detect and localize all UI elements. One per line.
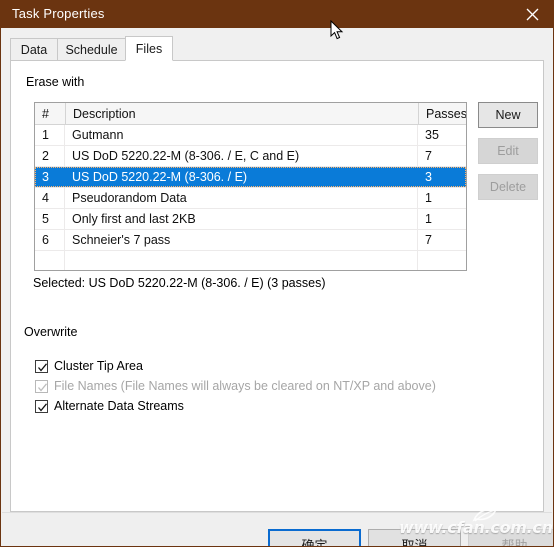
cancel-button-label: 取消 <box>401 538 428 547</box>
table-row[interactable]: 4 Pseudorandom Data 1 <box>35 188 466 209</box>
dialog-client-area: Data Schedule Files Erase with # Descrip… <box>1 28 553 546</box>
row-description: US DoD 5220.22-M (8-306. / E) <box>72 170 248 184</box>
checkmark-icon <box>35 399 48 413</box>
tab-data[interactable]: Data <box>10 38 58 60</box>
checkbox-file-names[interactable]: File Names (File Names will always be cl… <box>35 377 436 395</box>
checkbox-file-names-label: File Names (File Names will always be cl… <box>54 379 436 393</box>
checkmark-icon <box>35 359 48 373</box>
row-description: Gutmann <box>72 128 124 142</box>
ok-button-label: 确定 <box>301 538 328 547</box>
delete-button[interactable]: Delete <box>478 174 538 200</box>
tab-files-label: Files <box>135 41 163 56</box>
title-bar[interactable]: Task Properties <box>1 0 553 28</box>
column-header-description[interactable]: Description <box>65 103 418 124</box>
row-number: 6 <box>42 233 49 247</box>
checkbox-cluster-tip-area-label: Cluster Tip Area <box>54 359 143 373</box>
row-description: Schneier's 7 pass <box>72 233 171 247</box>
new-button-label: New <box>495 108 521 122</box>
tab-schedule[interactable]: Schedule <box>57 38 126 60</box>
checkbox-alternate-data-streams-label: Alternate Data Streams <box>54 399 184 413</box>
row-number: 3 <box>42 170 49 184</box>
edit-button-label: Edit <box>497 144 519 158</box>
row-passes: 1 <box>425 212 432 226</box>
overwrite-label: Overwrite <box>24 325 78 339</box>
row-passes: 3 <box>425 170 432 184</box>
list-header-row: # Description Passes <box>35 103 466 125</box>
row-passes <box>418 251 466 270</box>
table-row[interactable]: 6 Schneier's 7 pass 7 <box>35 230 466 251</box>
row-passes: 7 <box>425 149 432 163</box>
tab-schedule-label: Schedule <box>65 42 118 57</box>
row-description: US DoD 5220.22-M (8-306. / E, C and E) <box>72 149 300 163</box>
table-row[interactable]: 5 Only first and last 2KB 1 <box>35 209 466 230</box>
column-header-passes[interactable]: Passes <box>418 103 466 124</box>
close-icon[interactable] <box>509 0 553 28</box>
ok-button[interactable]: 确定 <box>268 529 361 547</box>
erase-with-label: Erase with <box>26 75 85 89</box>
delete-button-label: Delete <box>489 180 527 194</box>
edit-button[interactable]: Edit <box>478 138 538 164</box>
row-description: Only first and last 2KB <box>72 212 196 226</box>
row-number: 5 <box>42 212 49 226</box>
row-description: Pseudorandom Data <box>72 191 187 205</box>
row-passes: 7 <box>425 233 432 247</box>
tab-files[interactable]: Files <box>125 36 173 61</box>
row-passes: 1 <box>425 191 432 205</box>
checkmark-icon <box>35 379 48 393</box>
tab-data-label: Data <box>20 42 48 57</box>
table-row[interactable]: 2 US DoD 5220.22-M (8-306. / E, C and E)… <box>35 146 466 167</box>
help-button-label: 帮助 <box>501 538 528 547</box>
table-row-selected[interactable]: 3 US DoD 5220.22-M (8-306. / E) 3 <box>35 167 466 188</box>
row-number: 2 <box>42 149 49 163</box>
row-number: 1 <box>42 128 49 142</box>
column-header-number[interactable]: # <box>35 103 65 124</box>
dialog-footer: 确定 取消 帮助 <box>2 512 553 547</box>
tab-strip: Data Schedule Files <box>10 36 544 61</box>
row-passes: 35 <box>425 128 439 142</box>
selected-method-label: Selected: US DoD 5220.22-M (8-306. / E) … <box>33 276 326 290</box>
checkbox-cluster-tip-area[interactable]: Cluster Tip Area <box>35 357 143 375</box>
table-row[interactable]: 1 Gutmann 35 <box>35 125 466 146</box>
erase-method-list[interactable]: # Description Passes 1 Gutmann 35 2 US D… <box>34 102 467 271</box>
row-description <box>65 251 418 270</box>
window-title: Task Properties <box>12 6 105 21</box>
new-button[interactable]: New <box>478 102 538 128</box>
row-number <box>35 251 65 270</box>
help-button[interactable]: 帮助 <box>468 529 553 547</box>
cancel-button[interactable]: 取消 <box>368 529 461 547</box>
list-body: 1 Gutmann 35 2 US DoD 5220.22-M (8-306. … <box>35 125 466 270</box>
row-number: 4 <box>42 191 49 205</box>
table-row-empty[interactable] <box>35 251 466 270</box>
files-tab-panel: Erase with # Description Passes 1 Gutman… <box>10 60 544 512</box>
task-properties-dialog: Task Properties Data Schedule Files Eras… <box>0 0 554 547</box>
checkbox-alternate-data-streams[interactable]: Alternate Data Streams <box>35 397 184 415</box>
